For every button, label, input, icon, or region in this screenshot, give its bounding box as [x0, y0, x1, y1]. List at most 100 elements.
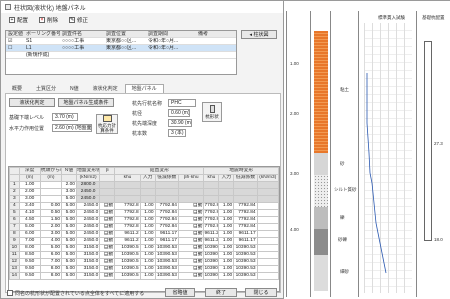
table-cell[interactable]: 自動: [177, 244, 205, 252]
table-cell[interactable]: [177, 188, 205, 196]
table-cell[interactable]: 10390.5: [203, 244, 220, 252]
table-cell[interactable]: 7792.84: [233, 202, 258, 210]
table-cell[interactable]: 5.00: [61, 195, 77, 203]
table-row[interactable]: 11 8.50 6.00 5.00 3150.0 自動 10390.5 1.00 10390.5…: [9, 251, 279, 259]
table-cell[interactable]: 1.00: [139, 244, 156, 252]
table-cell[interactable]: 自動: [177, 202, 205, 210]
row-check[interactable]: ☐: [6, 45, 24, 51]
table-cell[interactable]: 10390.53: [233, 272, 258, 280]
table-cell[interactable]: 1.00: [139, 223, 156, 231]
table-cell[interactable]: 8.50: [18, 251, 41, 259]
default-values-button[interactable]: 省略値: [165, 288, 195, 297]
boring-log-button[interactable]: ◂ 柱状図: [241, 30, 277, 39]
table-cell[interactable]: [256, 265, 279, 273]
table-cell[interactable]: 5.00: [39, 244, 63, 252]
boring-row[interactable]: ☑ S1 ○○○○工事 東京都○○区... 令和○年○月...: [6, 38, 236, 45]
table-cell[interactable]: 3.00: [39, 230, 63, 238]
table-cell[interactable]: 1.00: [218, 251, 235, 259]
table-row[interactable]: 10 8.00 5.00 5.00 3150.0 自動 10390.5 1.00 10390.5…: [9, 244, 279, 252]
table-cell[interactable]: 7792.8: [114, 223, 141, 231]
pile-tip-input[interactable]: 30.90 (m): [168, 119, 192, 127]
table-cell[interactable]: 1.00: [218, 258, 235, 266]
table-cell[interactable]: [233, 195, 258, 203]
table-cell[interactable]: 0.00: [39, 202, 63, 210]
table-cell[interactable]: 7792.8: [114, 209, 141, 217]
table-cell[interactable]: 2450.0: [75, 230, 101, 238]
table-cell[interactable]: 自動: [177, 209, 205, 217]
table-cell[interactable]: 自動: [99, 251, 116, 259]
table-cell[interactable]: 自動: [177, 237, 205, 245]
table-cell[interactable]: 6.00: [39, 251, 63, 259]
table-cell[interactable]: 9.50: [18, 272, 41, 280]
table-cell[interactable]: [154, 188, 179, 196]
table-cell[interactable]: [256, 202, 279, 210]
table-cell[interactable]: [154, 181, 179, 189]
table-cell[interactable]: 10390.5: [203, 265, 220, 273]
table-cell[interactable]: 5.00: [61, 258, 77, 266]
table-cell[interactable]: [154, 195, 179, 203]
table-cell[interactable]: 10390.5: [114, 244, 141, 252]
table-cell[interactable]: 4.10: [18, 209, 41, 217]
table-cell[interactable]: 9611.17: [233, 230, 258, 238]
table-cell[interactable]: 1.00: [139, 272, 156, 280]
table-cell[interactable]: 自動: [177, 258, 205, 266]
table-cell[interactable]: 9611.17: [233, 237, 258, 245]
table-cell[interactable]: 5.00: [61, 251, 77, 259]
table-cell[interactable]: 7792.84: [154, 223, 179, 231]
table-cell[interactable]: 5.00: [61, 265, 77, 273]
table-cell[interactable]: 5.00: [61, 244, 77, 252]
table-cell[interactable]: [256, 258, 279, 266]
table-cell[interactable]: 自動: [99, 272, 116, 280]
table-cell[interactable]: 9611.2: [114, 237, 141, 245]
table-cell[interactable]: [139, 181, 156, 189]
table-cell[interactable]: 2.00: [39, 223, 63, 231]
pile-count-input[interactable]: 3 (本): [168, 129, 186, 137]
table-cell[interactable]: 5.00: [18, 223, 41, 231]
table-cell[interactable]: 自動: [99, 230, 116, 238]
table-cell[interactable]: 2450.0: [75, 202, 101, 210]
table-cell[interactable]: 0.50: [39, 209, 63, 217]
table-cell[interactable]: 8.00: [39, 265, 63, 273]
table-cell[interactable]: 7792.84: [154, 202, 179, 210]
table-cell[interactable]: [114, 188, 141, 196]
table-cell[interactable]: 自動: [99, 209, 116, 217]
table-cell[interactable]: 9.50: [18, 258, 41, 266]
table-cell[interactable]: 1.00: [139, 209, 156, 217]
table-row[interactable]: 3 3.00 5.00 2450.0: [9, 195, 279, 203]
table-cell[interactable]: 3150.0: [75, 265, 101, 273]
table-cell[interactable]: 1.00: [218, 202, 235, 210]
table-cell[interactable]: 10390.5: [203, 272, 220, 280]
table-cell[interactable]: [233, 188, 258, 196]
table-cell[interactable]: 10390.53: [154, 244, 179, 252]
table-cell[interactable]: 自動: [177, 216, 205, 224]
table-cell[interactable]: 5.00: [61, 209, 77, 217]
table-cell[interactable]: 7792.8: [203, 202, 220, 210]
table-cell[interactable]: 7792.84: [154, 209, 179, 217]
table-cell[interactable]: [114, 195, 141, 203]
table-cell[interactable]: [177, 181, 205, 189]
table-cell[interactable]: 8.00: [18, 244, 41, 252]
table-cell[interactable]: 9.50: [18, 265, 41, 273]
table-cell[interactable]: 2450.0: [75, 223, 101, 231]
table-cell[interactable]: [139, 195, 156, 203]
table-cell[interactable]: [99, 188, 116, 196]
table-cell[interactable]: [218, 195, 235, 203]
table-cell[interactable]: 1.00: [218, 272, 235, 280]
table-row[interactable]: 14 9.50 8.00 5.00 3150.0 自動 10390.5 1.00 10390.5…: [9, 272, 279, 280]
table-cell[interactable]: 7792.8: [203, 209, 220, 217]
table-cell[interactable]: 3150.0: [75, 272, 101, 280]
table-cell[interactable]: [256, 209, 279, 217]
table-cell[interactable]: 7792.8: [114, 216, 141, 224]
table-cell[interactable]: 5.00: [61, 237, 77, 245]
table-cell[interactable]: 7792.84: [233, 209, 258, 217]
table-cell[interactable]: 自動: [99, 223, 116, 231]
table-cell[interactable]: [114, 181, 141, 189]
delete-button[interactable]: × 削除: [35, 14, 62, 25]
table-cell[interactable]: 1.00: [139, 251, 156, 259]
table-cell[interactable]: 自動: [99, 244, 116, 252]
table-row[interactable]: 1 1.00 2.00 2800.0: [9, 181, 279, 189]
table-cell[interactable]: 自動: [177, 265, 205, 273]
table-cell[interactable]: 8.00: [39, 272, 63, 280]
table-cell[interactable]: [99, 195, 116, 203]
table-cell[interactable]: [39, 181, 63, 189]
